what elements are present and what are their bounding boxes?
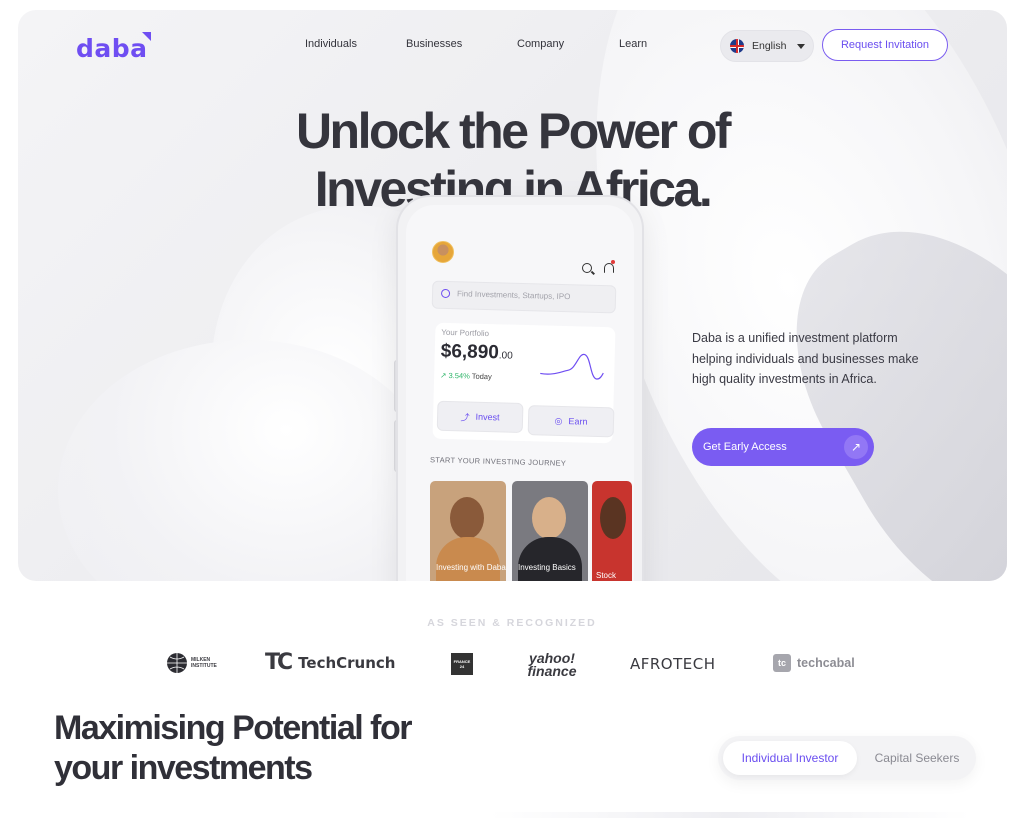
investor-type-toggle: Individual Investor Capital Seekers — [718, 736, 976, 780]
person-photo-body — [518, 537, 582, 581]
hero-section: daba Individuals Businesses Company Lear… — [18, 10, 1007, 581]
daba-logo[interactable]: daba — [76, 34, 148, 63]
techcrunch-text: TechCrunch — [298, 653, 396, 672]
phone-mockup: Find Investments, Startups, IPO Your Por… — [396, 195, 644, 581]
afrotech-text: AFROTECH — [630, 655, 716, 673]
france24-logo[interactable]: FRANCE 24 — [451, 653, 473, 675]
techcabal-logo[interactable]: tc techcabal — [773, 654, 855, 672]
journey-heading: START YOUR INVESTING JOURNEY — [429, 455, 567, 468]
search-placeholder: Find Investments, Startups, IPO — [456, 289, 571, 302]
techcrunch-logo[interactable]: TC TechCrunch — [265, 650, 395, 675]
section-title-line2: your investments — [54, 749, 313, 787]
france24-text: FRANCE 24 — [451, 653, 473, 675]
trend-up-icon: ⤴ — [460, 411, 470, 423]
get-early-access-label: Get Early Access — [703, 441, 787, 453]
nav-businesses[interactable]: Businesses — [406, 38, 462, 50]
search-icon — [440, 288, 451, 299]
chevron-down-icon — [797, 43, 806, 49]
invest-button: ⤴ Invest — [436, 400, 524, 433]
techcabal-icon: tc — [773, 654, 791, 672]
hero-description: Daba is a unified investment platform he… — [692, 331, 919, 386]
language-selector[interactable]: English — [720, 30, 814, 62]
earn-button: ◎ Earn — [527, 405, 615, 438]
afrotech-logo[interactable]: AFROTECH — [630, 655, 716, 673]
logo-arrow-icon — [142, 32, 151, 41]
arrow-up-right-icon: ↗ — [844, 435, 868, 459]
portfolio-card: Your Portfolio $6,890.00 ↗ 3.54% Today ⤴… — [432, 322, 616, 444]
tab-capital-seekers[interactable]: Capital Seekers — [862, 741, 972, 775]
phone-screen: Find Investments, Startups, IPO Your Por… — [406, 205, 634, 581]
section-title-line1: Maximising Potential for — [54, 709, 412, 747]
nav-individuals[interactable]: Individuals — [305, 38, 357, 50]
globe-icon — [167, 653, 187, 673]
earn-label: Earn — [568, 416, 588, 427]
divider — [490, 812, 970, 818]
coins-icon: ◎ — [554, 415, 563, 426]
person-photo — [600, 497, 626, 539]
journey-card-label: Investing Basics — [518, 563, 576, 572]
press-heading: AS SEEN & RECOGNIZED — [427, 617, 597, 629]
person-photo-body — [436, 537, 500, 581]
bell-icon — [604, 263, 614, 273]
tab-individual-investor[interactable]: Individual Investor — [723, 741, 857, 775]
phone-search-input: Find Investments, Startups, IPO — [431, 280, 617, 314]
sparkline-chart — [540, 353, 604, 380]
journey-card: Investing with Daba — [430, 481, 506, 581]
portfolio-change: ↗ 3.54% Today — [440, 370, 492, 382]
avatar — [432, 241, 454, 263]
milken-logo-text: MILKEN INSTITUTE — [191, 657, 217, 669]
milken-institute-logo[interactable]: MILKEN INSTITUTE — [166, 652, 217, 674]
portfolio-value: $6,890.00 — [440, 340, 513, 364]
tc-icon: TC — [265, 650, 293, 675]
get-early-access-button[interactable]: Get Early Access ↗ — [692, 428, 874, 466]
notification-dot — [611, 260, 615, 264]
nav-company[interactable]: Company — [517, 38, 564, 50]
request-invitation-button[interactable]: Request Invitation — [822, 29, 948, 61]
section-title: Maximising Potential for your investment… — [54, 708, 412, 788]
invest-label: Invest — [475, 411, 500, 423]
uk-flag-icon — [730, 39, 744, 53]
portfolio-label: Your Portfolio — [441, 327, 490, 339]
language-label: English — [752, 40, 787, 52]
journey-card: Stock — [592, 481, 632, 581]
person-photo — [450, 497, 484, 539]
journey-card-label: Stock — [596, 571, 617, 580]
techcabal-text: techcabal — [797, 656, 855, 670]
nav-learn[interactable]: Learn — [619, 38, 647, 50]
search-icon — [582, 263, 592, 273]
person-photo — [532, 497, 566, 539]
yahoo-finance-logo[interactable]: yahoo! finance — [521, 650, 583, 679]
journey-card: Investing Basics — [512, 481, 588, 581]
journey-card-label: Investing with Daba — [436, 563, 506, 572]
yahoo-finance-text: yahoo! finance — [527, 650, 577, 679]
hero-title-line1: Unlock the Power of — [295, 103, 732, 159]
